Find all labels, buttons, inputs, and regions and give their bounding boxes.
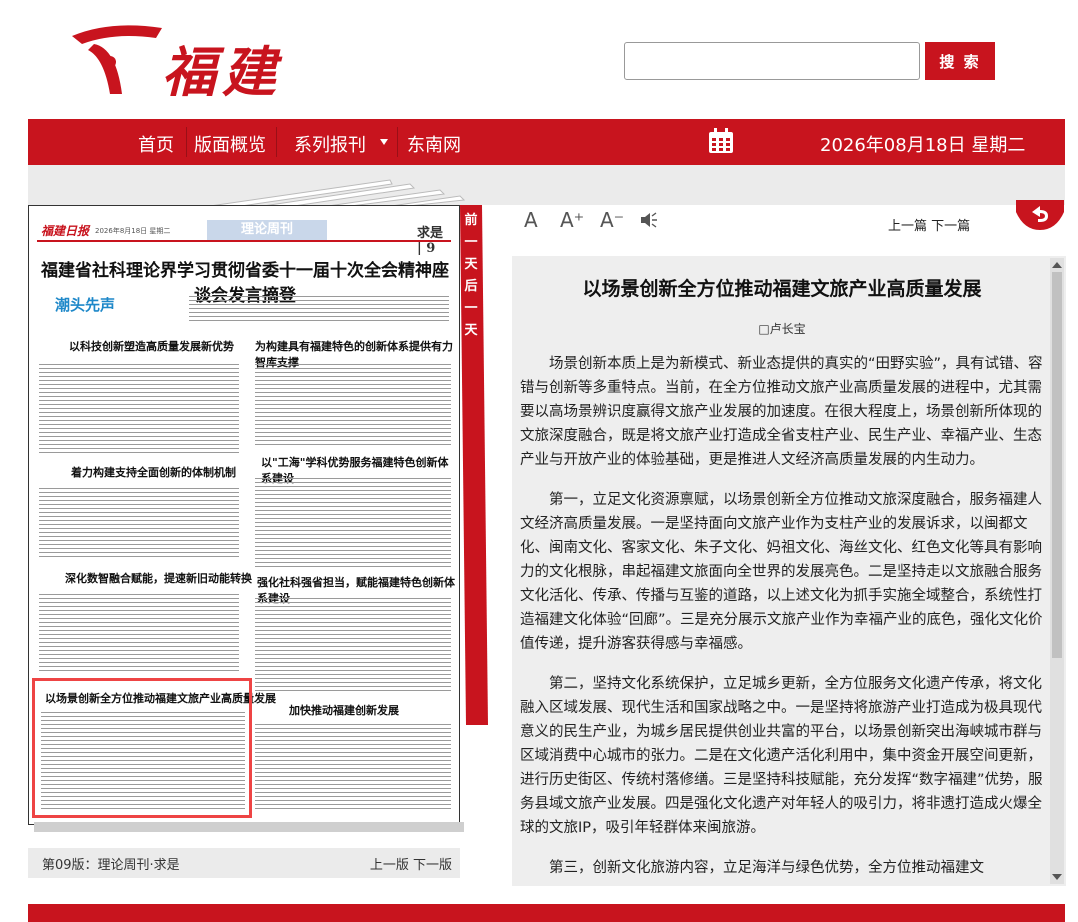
nav-divider	[397, 127, 398, 157]
next-day-link[interactable]: 一	[460, 298, 482, 320]
nav-divider	[276, 127, 277, 157]
newspaper-masthead: 福建日报 2026年8月18日 星期二 理论周刊 求是 | 9	[37, 220, 451, 256]
newspaper-section-title[interactable]: 着力构建支持全面创新的体制机制	[71, 464, 236, 480]
newspaper-section-title[interactable]: 加快推动福建创新发展	[289, 702, 399, 718]
page-nav: 上一版 下一版	[370, 854, 452, 873]
newspaper-section-banner: 理论周刊	[207, 220, 327, 240]
next-day-link[interactable]: 天	[460, 320, 482, 342]
newspaper-page-thumbnail[interactable]: 福建日报 2026年8月18日 星期二 理论周刊 求是 | 9 福建省社科理论界…	[28, 205, 460, 825]
main-nav: 首页 版面概览 系列报刊 东南网 2026年08月18日 星期二	[28, 119, 1065, 165]
calendar-icon[interactable]	[708, 128, 734, 154]
article-body: 场景创新本质上是为新模式、新业态提供的真实的“田野实验”，具有试错、容错与创新等…	[520, 352, 1048, 886]
newspaper-section-title[interactable]: 以科技创新塑造高质量发展新优势	[69, 338, 234, 354]
next-article-link[interactable]: 下一篇	[931, 219, 970, 234]
article-scrollbar[interactable]	[1050, 258, 1064, 884]
prev-day-link[interactable]: 天	[460, 254, 482, 276]
speaker-icon[interactable]	[640, 212, 658, 228]
triangle-down-icon[interactable]	[380, 139, 388, 145]
article-paragraph: 第一，立足文化资源禀赋，以场景创新全方位推动文旅深度融合，服务福建人文经济高质量…	[520, 492, 1043, 652]
scroll-up-arrow-icon[interactable]	[1052, 262, 1062, 268]
newspaper-text-block	[255, 478, 451, 568]
nav-item-layout-overview[interactable]: 版面概览	[194, 131, 266, 157]
next-page-link[interactable]: 下一版	[413, 858, 452, 873]
nav-divider	[186, 127, 187, 157]
newspaper-logo: 福建日报	[41, 224, 90, 238]
article-paragraph: 场景创新本质上是为新模式、新业态提供的真实的“田野实验”，具有试错、容错与创新等…	[520, 356, 1043, 468]
newspaper-text-block	[39, 488, 239, 558]
article-panel: 以场景创新全方位推动福建文旅产业高质量发展 □卢长宝 场景创新本质上是为新模式、…	[512, 256, 1066, 886]
prev-article-link[interactable]: 上一篇	[888, 219, 927, 234]
next-day-link[interactable]: 后	[460, 276, 482, 298]
back-arrow-icon[interactable]	[1016, 200, 1064, 230]
font-normal-button[interactable]: A	[524, 208, 538, 232]
newspaper-page-number: 求是 | 9	[417, 226, 444, 256]
scrollbar-thumb[interactable]	[1052, 272, 1062, 658]
newspaper-text-block	[255, 598, 451, 692]
newspaper-text-block	[39, 594, 239, 674]
font-increase-button[interactable]: A⁺	[560, 208, 584, 232]
footer-bar	[28, 904, 1065, 922]
search-button[interactable]: 搜 索	[925, 42, 995, 80]
newspaper-brand: 潮头先声	[55, 296, 116, 314]
site-header: 福建日報 搜 索	[0, 0, 1078, 183]
article-nav: 上一篇 下一篇	[888, 215, 970, 234]
current-date: 2026年08月18日 星期二	[820, 135, 1026, 156]
nav-item-home[interactable]: 首页	[138, 131, 174, 157]
day-nav-labels[interactable]: 前 一 天 后 一 天	[460, 210, 482, 342]
newspaper-section-title[interactable]: 深化数智融合赋能，提速新旧动能转换	[65, 570, 252, 586]
paper-shadow	[34, 822, 464, 832]
logo-mark-icon	[72, 25, 162, 94]
prev-day-link[interactable]: 前	[460, 210, 482, 232]
nav-item-series[interactable]: 系列报刊	[294, 131, 366, 157]
article-author: □卢长宝	[758, 322, 806, 336]
site-logo[interactable]: 福建日報	[70, 18, 340, 183]
article-title: 以场景创新全方位推动福建文旅产业高质量发展	[582, 278, 982, 300]
nav-item-dongnan[interactable]: 东南网	[407, 131, 461, 157]
search-input[interactable]	[624, 42, 920, 80]
newspaper-text-block	[255, 364, 451, 446]
scroll-down-arrow-icon[interactable]	[1052, 874, 1062, 880]
page-label: 第09版：理论周刊·求是	[42, 858, 180, 873]
newspaper-text-block	[255, 724, 451, 812]
article-paragraph: 第二，坚持文化系统保护，立足城乡更新，全方位服务文化遗产传承，将文化融入区域发展…	[520, 676, 1043, 836]
article-paragraph: 第三，创新文化旅游内容，立足海洋与绿色优势，全方位推动福建文	[549, 860, 984, 876]
font-decrease-button[interactable]: A⁻	[600, 208, 624, 232]
prev-day-link[interactable]: 一	[460, 232, 482, 254]
page-info-bar: 第09版：理论周刊·求是 上一版 下一版	[28, 848, 460, 878]
newspaper-date: 2026年8月18日 星期二	[95, 227, 171, 235]
paper-band	[28, 165, 1065, 205]
prev-page-link[interactable]: 上一版	[370, 858, 409, 873]
newspaper-abstract	[189, 296, 449, 322]
selected-article-highlight[interactable]	[32, 678, 252, 818]
newspaper-text-block	[39, 364, 239, 456]
